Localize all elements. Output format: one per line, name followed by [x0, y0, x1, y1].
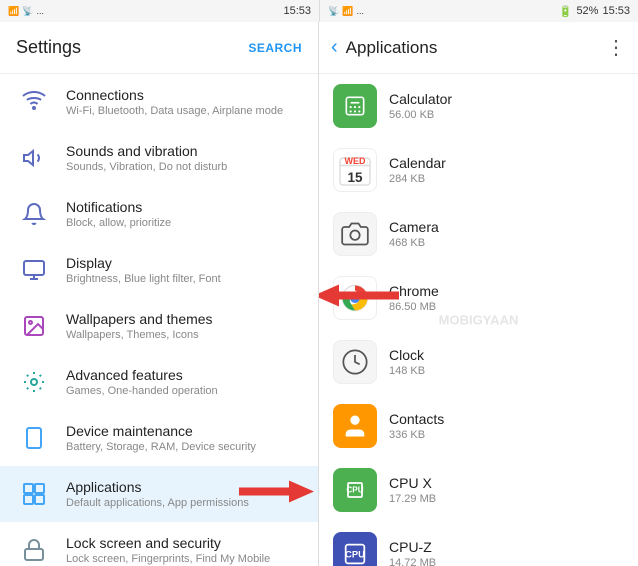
advanced-icon [16, 364, 52, 400]
applications-panel: ‹ Applications ⋮ MOBIGYAAN Calculator 56… [319, 22, 638, 566]
applications-header: ‹ Applications ⋮ [319, 22, 638, 74]
settings-item-subtitle-lockscreen: Lock screen, Fingerprints, Find My Mobil… [66, 553, 302, 565]
app-icon-calculator [333, 84, 377, 128]
app-icon-camera [333, 212, 377, 256]
app-item-cpu-z[interactable]: CPU CPU-Z 14.72 MB [319, 522, 638, 566]
left-status-icons: 📶 📡 ... [8, 6, 44, 17]
app-name-cpu-x: CPU X [389, 475, 624, 491]
lock-icon [16, 532, 52, 566]
settings-item-subtitle-sounds: Sounds, Vibration, Do not disturb [66, 161, 302, 173]
app-name-contacts: Contacts [389, 411, 624, 427]
app-item-calculator[interactable]: Calculator 56.00 KB [319, 74, 638, 138]
chrome-red-arrow [319, 283, 404, 314]
back-button[interactable]: ‹ [331, 36, 338, 59]
app-size-contacts: 336 KB [389, 429, 624, 441]
battery-pct: 52% [576, 5, 598, 17]
applications-icon [16, 476, 52, 512]
svg-text:CPU: CPU [346, 485, 363, 494]
apps-list: MOBIGYAAN Calculator 56.00 KB 15WED Cale… [319, 74, 638, 566]
app-name-camera: Camera [389, 219, 624, 235]
connections-icon [16, 84, 52, 120]
app-name-cpu-z: CPU-Z [389, 539, 624, 555]
settings-list: Connections Wi-Fi, Bluetooth, Data usage… [0, 74, 318, 566]
app-item-contacts[interactable]: Contacts 336 KB [319, 394, 638, 458]
sound-icon [16, 140, 52, 176]
app-size-camera: 468 KB [389, 237, 624, 249]
settings-item-title-notifications: Notifications [66, 199, 302, 215]
status-bars: 📶 📡 ... 15:53 📡 📶 ... 🔋 52% 15:53 [0, 0, 638, 22]
app-icon-clock [333, 340, 377, 384]
settings-item-subtitle-advanced: Games, One-handed operation [66, 385, 302, 397]
display-icon [16, 252, 52, 288]
left-time: 15:53 [283, 5, 311, 17]
dots-right: ... [356, 6, 364, 16]
settings-item-subtitle-device: Battery, Storage, RAM, Device security [66, 441, 302, 453]
wifi-icon-left: 📡 [22, 6, 33, 17]
app-size-cpu-x: 17.29 MB [389, 493, 624, 505]
main-panels: Settings SEARCH Connections Wi-Fi, Bluet… [0, 22, 638, 566]
device-icon [16, 420, 52, 456]
app-size-calculator: 56.00 KB [389, 109, 624, 121]
app-icon-contacts [333, 404, 377, 448]
app-item-clock[interactable]: Clock 148 KB [319, 330, 638, 394]
more-button[interactable]: ⋮ [606, 35, 626, 60]
settings-item-title-device: Device maintenance [66, 423, 302, 439]
settings-item-title-wallpapers: Wallpapers and themes [66, 311, 302, 327]
settings-item-title-connections: Connections [66, 87, 302, 103]
app-item-chrome[interactable]: Chrome 86.50 MB [319, 266, 638, 330]
settings-item-display[interactable]: Display Brightness, Blue light filter, F… [0, 242, 318, 298]
dots-left: ... [36, 6, 44, 16]
app-icon-cpu-z: CPU [333, 532, 377, 566]
app-item-camera[interactable]: Camera 468 KB [319, 202, 638, 266]
app-size-calendar: 284 KB [389, 173, 624, 185]
settings-item-notifications[interactable]: Notifications Block, allow, prioritize [0, 186, 318, 242]
signal-icon: 📶 [8, 6, 19, 17]
app-size-clock: 148 KB [389, 365, 624, 377]
app-size-cpu-z: 14.72 MB [389, 557, 624, 566]
svg-text:CPU: CPU [345, 550, 365, 560]
right-time-area: 🔋 52% 15:53 [559, 5, 630, 18]
settings-item-advanced[interactable]: Advanced features Games, One-handed oper… [0, 354, 318, 410]
notifications-icon [16, 196, 52, 232]
settings-item-subtitle-display: Brightness, Blue light filter, Font [66, 273, 302, 285]
signal-icon-right: 📶 [342, 6, 353, 17]
settings-item-title-lockscreen: Lock screen and security [66, 535, 302, 551]
settings-item-connections[interactable]: Connections Wi-Fi, Bluetooth, Data usage… [0, 74, 318, 130]
settings-item-subtitle-wallpapers: Wallpapers, Themes, Icons [66, 329, 302, 341]
settings-item-subtitle-connections: Wi-Fi, Bluetooth, Data usage, Airplane m… [66, 105, 302, 117]
applications-red-arrow [234, 479, 314, 510]
wallpapers-icon [16, 308, 52, 344]
right-status-icons: 📡 📶 ... [328, 6, 364, 17]
settings-title: Settings [16, 37, 81, 58]
settings-item-title-display: Display [66, 255, 302, 271]
settings-panel: Settings SEARCH Connections Wi-Fi, Bluet… [0, 22, 319, 566]
app-size-chrome: 86.50 MB [389, 301, 624, 313]
settings-item-device[interactable]: Device maintenance Battery, Storage, RAM… [0, 410, 318, 466]
settings-item-title-advanced: Advanced features [66, 367, 302, 383]
app-name-chrome: Chrome [389, 283, 624, 299]
left-status-bar: 📶 📡 ... 15:53 [0, 0, 319, 22]
settings-item-applications[interactable]: Applications Default applications, App p… [0, 466, 318, 522]
svg-text:WED: WED [345, 156, 366, 166]
app-name-calendar: Calendar [389, 155, 624, 171]
battery-icon: 🔋 [559, 5, 573, 18]
settings-header: Settings SEARCH [0, 22, 318, 74]
app-item-cpu-x[interactable]: CPU CPU X 17.29 MB [319, 458, 638, 522]
settings-item-sounds[interactable]: Sounds and vibration Sounds, Vibration, … [0, 130, 318, 186]
app-item-calendar[interactable]: 15 WED Calendar 284 KB [319, 138, 638, 202]
right-status-bar: 📡 📶 ... 🔋 52% 15:53 [319, 0, 638, 22]
applications-title: Applications [346, 38, 606, 58]
app-name-clock: Clock [389, 347, 624, 363]
settings-item-title-sounds: Sounds and vibration [66, 143, 302, 159]
app-name-calculator: Calculator [389, 91, 624, 107]
app-icon-calendar: 15 WED [333, 148, 377, 192]
wifi-icon-right: 📡 [328, 6, 339, 17]
settings-item-subtitle-notifications: Block, allow, prioritize [66, 217, 302, 229]
settings-item-wallpapers[interactable]: Wallpapers and themes Wallpapers, Themes… [0, 298, 318, 354]
app-icon-cpu-x: CPU [333, 468, 377, 512]
search-button[interactable]: SEARCH [248, 41, 302, 55]
settings-item-lockscreen[interactable]: Lock screen and security Lock screen, Fi… [0, 522, 318, 566]
svg-text:15: 15 [347, 170, 363, 185]
right-time: 15:53 [602, 5, 630, 17]
